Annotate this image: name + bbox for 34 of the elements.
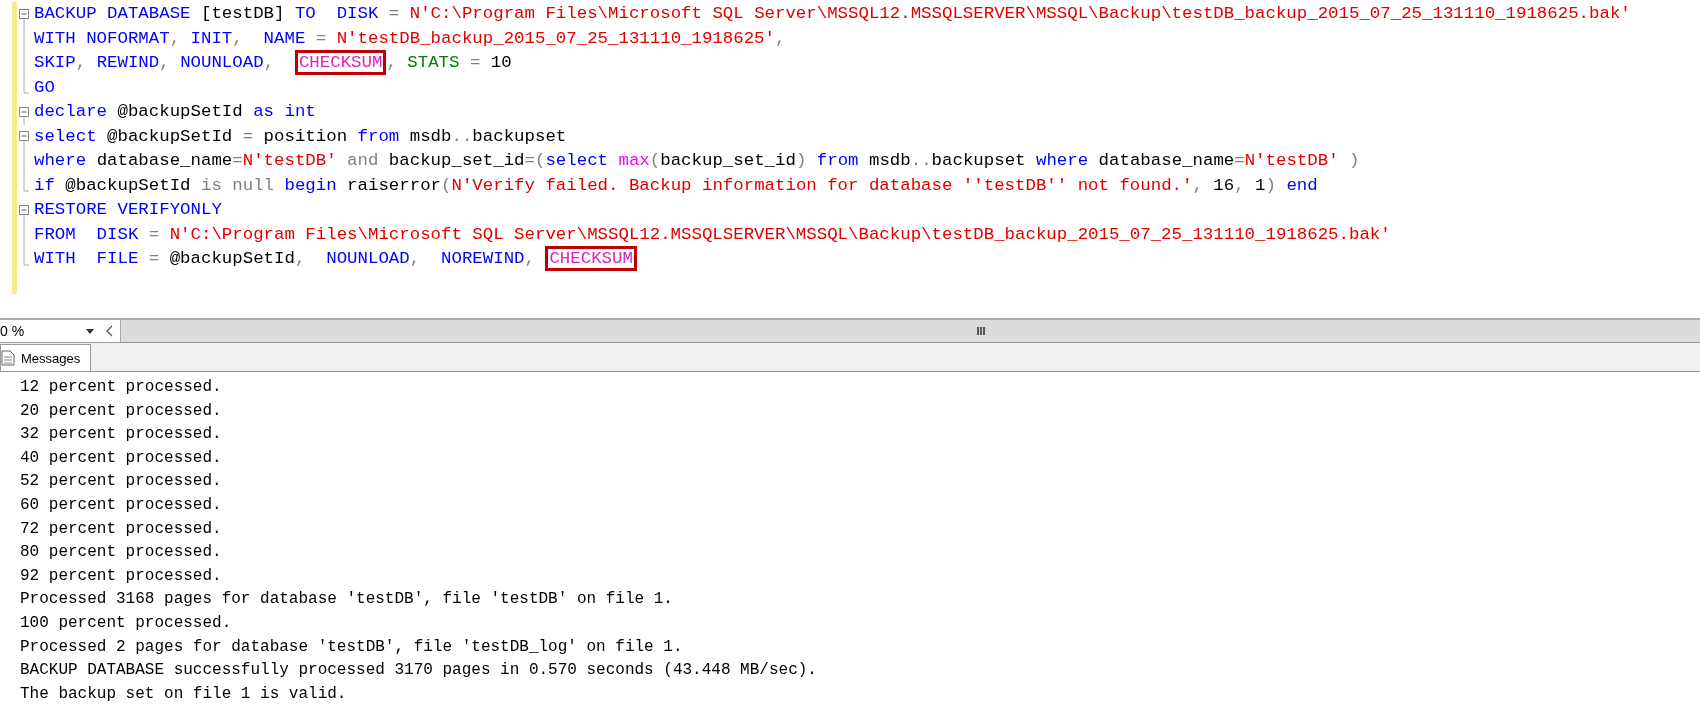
message-line: 52 percent processed. [20, 471, 223, 493]
code-text: select @backupSetId = position from msdb..backupset [34, 126, 567, 146]
code-text: SKIP, REWIND, NOUNLOAD, [34, 53, 276, 73]
message-line: 40 percent processed. [20, 447, 223, 469]
highlight-box: CHECKSUM [294, 50, 387, 76]
grip-icon[interactable] [976, 326, 986, 336]
message-line: Processed 2 pages for database 'testDB', file 'testDB_log' on file 1. [20, 636, 684, 658]
highlight-box: CHECKSUM [545, 246, 637, 272]
code-text: WITH FILE = @backupSetId, NOUNLOAD, NOREWIND, [34, 249, 536, 269]
code-text: FROM DISK = N'C:\Program Files\Microsoft SQL Server\MSSQL12.MSSQLSERVER\MSSQL\Backup\testDB_backup_2015_07_25_131110_1918625.bak' [34, 224, 1391, 244]
scroll-left-icon[interactable] [100, 320, 121, 342]
message-line: BACKUP DATABASE successfully processed 3170 pages in 0.570 seconds (43.448 MB/sec). [20, 660, 818, 682]
message-line: 20 percent processed. [20, 400, 223, 422]
message-line: 72 percent processed. [20, 518, 223, 540]
document-icon [1, 350, 15, 366]
code-text: GO [34, 77, 55, 97]
code-text: declare @backupSetId as int [34, 102, 316, 122]
code-text: WITH NOFORMAT, INIT, NAME = N'testDB_backup_2015_07_25_131110_1918625', [34, 28, 786, 48]
message-line: 32 percent processed. [20, 424, 223, 446]
code-text: , STATS = 10 [386, 53, 512, 73]
zoom-dropdown[interactable]: 0 % [0, 320, 100, 342]
code-text: RESTORE VERIFYONLY [34, 200, 222, 220]
code-text: BACKUP DATABASE [testDB] TO DISK = N'C:\Program Files\Microsoft SQL Server\MSSQL12.MSSQLSERVER\MSSQL\Backup\testDB_backup_2015_07_25_131110_1918625.bak' [34, 4, 1631, 24]
message-line: 80 percent processed. [20, 542, 223, 564]
message-line: 100 percent processed. [20, 612, 233, 634]
message-line: 12 percent processed. [20, 377, 223, 398]
message-line: 92 percent processed. [20, 565, 223, 587]
message-line: Processed 3168 pages for database 'testDB', file 'testDB' on file 1. [20, 589, 674, 611]
message-line: The backup set on file 1 is valid. [20, 683, 348, 705]
code-text: where database_name=N'testDB' and backup_set_id=(select max(backup_set_id) from msdb..backupset where database_name=N'testDB' ) [34, 151, 1360, 171]
messages-tab[interactable]: Messages [0, 344, 92, 371]
message-line: 60 percent processed. [20, 494, 223, 516]
caret-icon [86, 328, 94, 334]
code-text: if @backupSetId is null begin raiserror(N'Verify failed. Backup information for database ''testDB'' not found.', 16, 1) end [34, 175, 1318, 195]
